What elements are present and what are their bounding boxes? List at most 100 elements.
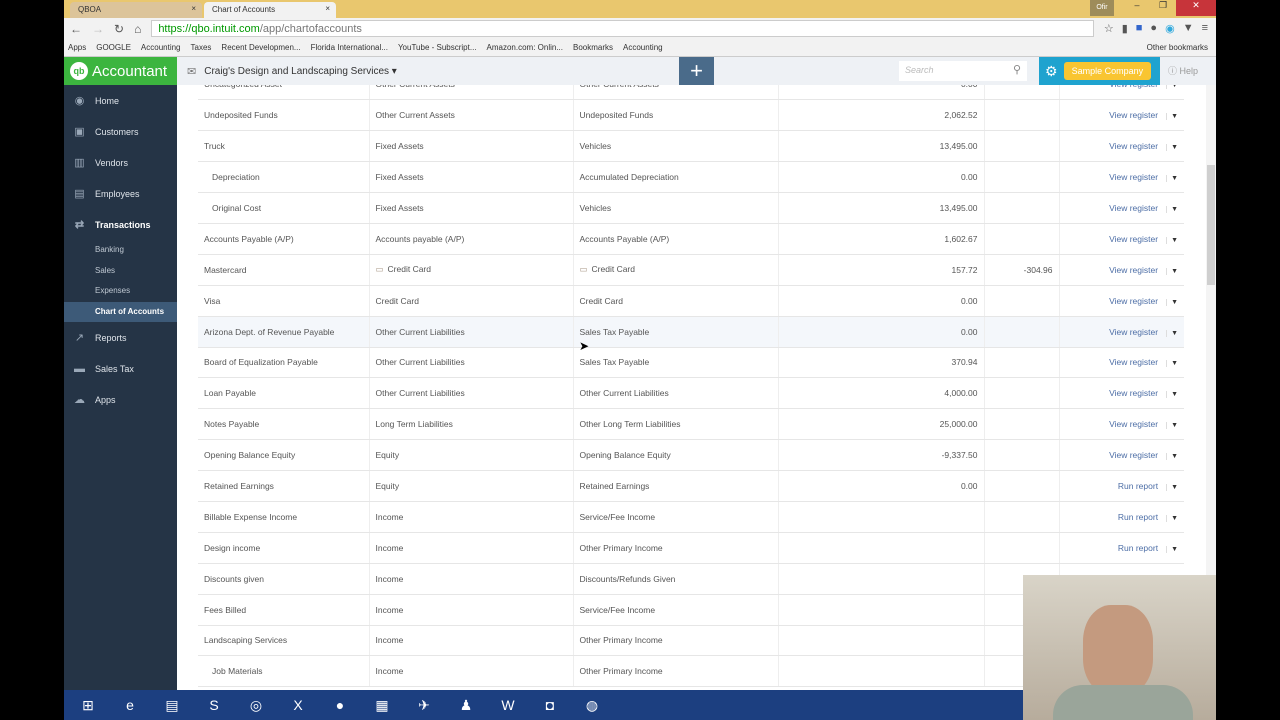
sample-company-button[interactable]: Sample Company — [1063, 62, 1152, 80]
view-register-link[interactable]: View register — [1109, 141, 1158, 151]
search-icon[interactable]: ⚲ — [1013, 63, 1021, 76]
home-icon[interactable]: ⌂ — [134, 22, 141, 36]
account-name[interactable]: Original Cost — [198, 192, 369, 224]
ie-icon[interactable]: e — [116, 693, 144, 717]
table-row[interactable]: Undeposited Funds Other Current Assets Und… — [198, 99, 1184, 132]
close-window-icon[interactable]: ✕ — [1176, 0, 1216, 16]
table-row[interactable]: Uncategorized Asset Other Current Assets O… — [198, 85, 1184, 101]
restore-icon[interactable]: ❐ — [1150, 0, 1176, 16]
table-row[interactable]: Truck Fixed Assets Vehicles 13,495.00 View r… — [198, 130, 1184, 163]
table-row[interactable]: Visa Credit Card Credit Card 0.00 View regis… — [198, 285, 1184, 317]
chevron-down-icon[interactable]: ▼ — [1166, 484, 1178, 492]
view-register-link[interactable]: View register — [1109, 357, 1158, 367]
help-button[interactable]: ⓘ Help — [1168, 64, 1198, 77]
account-name[interactable]: Fees Billed — [198, 594, 369, 626]
chevron-down-icon[interactable]: ▼ — [1166, 391, 1178, 399]
evernote-icon[interactable]: ● — [326, 693, 354, 717]
scrollbar-thumb[interactable] — [1207, 165, 1215, 285]
forward-icon[interactable]: → — [92, 22, 104, 36]
chevron-down-icon[interactable]: ▼ — [1166, 113, 1178, 121]
table-row[interactable]: Arizona Dept. of Revenue Payable Other Cu… — [198, 316, 1184, 348]
account-name[interactable]: Billable Expense Income — [198, 501, 369, 533]
account-name[interactable]: Notes Payable — [198, 408, 369, 441]
word-icon[interactable]: W — [494, 693, 522, 717]
account-name[interactable]: Opening Balance Equity — [198, 439, 369, 472]
tab-qboa[interactable]: QBOA × — [70, 2, 202, 18]
run-report-link[interactable]: Run report — [1118, 481, 1158, 491]
bookmark-item[interactable]: Amazon.com: Onlin... — [487, 43, 563, 52]
view-register-link[interactable]: View register — [1109, 265, 1158, 275]
extension-icon[interactable]: ◉ — [1165, 22, 1175, 35]
view-register-link[interactable]: View register — [1109, 234, 1158, 244]
sidebar-item-apps[interactable]: ☁ Apps — [64, 384, 177, 415]
run-report-link[interactable]: Run report — [1118, 512, 1158, 522]
chevron-down-icon[interactable]: ▼ — [1166, 360, 1178, 368]
account-name[interactable]: Undeposited Funds — [198, 99, 369, 132]
sidebar-item-vendors[interactable]: ▥ Vendors — [64, 147, 177, 178]
table-row[interactable]: Mastercard ▭ Credit Card ▭ Credit Card 157.72… — [198, 254, 1184, 286]
view-register-link[interactable]: View register — [1109, 327, 1158, 337]
sidebar-item-home[interactable]: ◉ Home — [64, 85, 177, 116]
sidebar-subitem-chart-of-accounts[interactable]: Chart of Accounts — [64, 301, 177, 322]
bookmark-item[interactable]: Taxes — [191, 43, 212, 52]
table-row[interactable]: Billable Expense Income Income Service/Fee… — [198, 501, 1184, 533]
url-input[interactable]: https://qbo.intuit.com/app/chartofaccoun… — [151, 20, 1094, 37]
table-row[interactable]: Notes Payable Long Term Liabilities Other … — [198, 408, 1184, 441]
accountant-logo[interactable]: qb Accountant — [64, 57, 177, 85]
sidebar-item-sales-tax[interactable]: ▬ Sales Tax — [64, 353, 177, 384]
view-register-link[interactable]: View register — [1109, 203, 1158, 213]
start-icon[interactable]: ⊞ — [74, 693, 102, 717]
view-register-link[interactable]: View register — [1109, 450, 1158, 460]
app-icon[interactable]: ◘ — [536, 693, 564, 717]
search-input[interactable]: Search ⚲ — [899, 61, 1027, 81]
sidebar-subitem-expenses[interactable]: Expenses — [64, 281, 177, 302]
close-tab-icon[interactable]: × — [191, 4, 196, 13]
app-icon[interactable]: ◍ — [578, 693, 606, 717]
skype-icon[interactable]: S — [200, 693, 228, 717]
account-name[interactable]: Board of Equalization Payable — [198, 347, 369, 379]
chevron-down-icon[interactable]: ▼ — [1166, 329, 1178, 337]
account-name[interactable]: Discounts given — [198, 563, 369, 595]
account-name[interactable]: Arizona Dept. of Revenue Payable — [198, 316, 369, 348]
create-button[interactable]: + — [679, 57, 714, 85]
chevron-down-icon[interactable]: ▼ — [1166, 514, 1178, 522]
view-register-link[interactable]: View register — [1109, 110, 1158, 120]
inbox-icon[interactable]: ✉ — [187, 65, 196, 78]
star-icon[interactable]: ☆ — [1104, 22, 1114, 35]
bookmark-item[interactable]: Accounting — [141, 43, 181, 52]
table-row[interactable]: Loan Payable Other Current Liabilities Oth… — [198, 377, 1184, 410]
reload-icon[interactable]: ↻ — [114, 22, 124, 36]
chevron-down-icon[interactable]: ▼ — [1166, 144, 1178, 152]
account-name[interactable]: Mastercard — [198, 254, 369, 286]
account-name[interactable]: Job Materials — [198, 655, 369, 688]
account-name[interactable]: Depreciation — [198, 161, 369, 194]
bookmark-item[interactable]: YouTube - Subscript... — [398, 43, 477, 52]
chevron-down-icon[interactable]: ▼ — [1166, 298, 1178, 306]
minimize-icon[interactable]: – — [1124, 0, 1150, 16]
chevron-down-icon[interactable]: ▼ — [1166, 545, 1178, 553]
account-name[interactable]: Visa — [198, 285, 369, 317]
calculator-icon[interactable]: ▦ — [368, 693, 396, 717]
app-icon[interactable]: ✈ — [410, 693, 438, 717]
bookmark-item[interactable]: Apps — [68, 43, 86, 52]
account-name[interactable]: Uncategorized Asset — [198, 85, 369, 101]
account-name[interactable]: Truck — [198, 130, 369, 163]
sidebar-item-transactions[interactable]: ⇄ Transactions — [64, 209, 177, 240]
bookmark-item[interactable]: Recent Developmen... — [221, 43, 300, 52]
chevron-down-icon[interactable]: ▼ — [1166, 453, 1178, 461]
view-register-link[interactable]: View register — [1109, 419, 1158, 429]
extension-icon[interactable]: ▮ — [1122, 22, 1128, 35]
evernote-icon[interactable]: ● — [1150, 22, 1157, 35]
excel-icon[interactable]: X — [284, 693, 312, 717]
sidebar-item-customers[interactable]: ▣ Customers — [64, 116, 177, 147]
extension-icon[interactable]: ■ — [1136, 22, 1143, 35]
chevron-down-icon[interactable]: ▼ — [1166, 85, 1178, 90]
account-name[interactable]: Retained Earnings — [198, 470, 369, 502]
table-row[interactable]: Accounts Payable (A/P) Accounts payable (… — [198, 223, 1184, 255]
account-name[interactable]: Loan Payable — [198, 377, 369, 410]
sidebar-subitem-sales[interactable]: Sales — [64, 261, 177, 282]
chevron-down-icon[interactable]: ▼ — [1166, 206, 1178, 213]
close-tab-icon[interactable]: × — [325, 4, 330, 13]
view-register-link[interactable]: View register — [1109, 388, 1158, 398]
table-row[interactable]: Design income Income Other Primary Income R… — [198, 532, 1184, 564]
